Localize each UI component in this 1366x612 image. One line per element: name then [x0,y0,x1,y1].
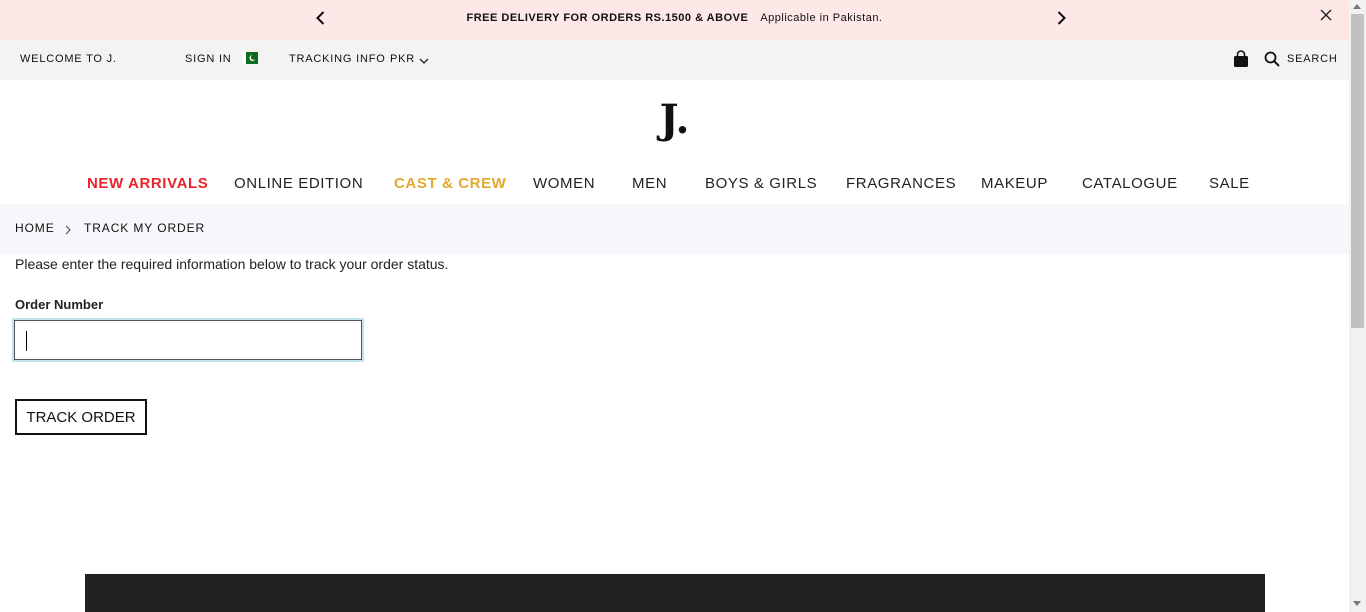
nav-item-boys-girls[interactable]: BOYS & GIRLS [705,175,817,192]
form-intro-text: Please enter the required information be… [15,256,449,272]
nav-item-women[interactable]: WOMEN [533,175,595,192]
scroll-up-icon[interactable] [1353,4,1361,9]
breadcrumb-current: TRACK MY ORDER [84,221,206,235]
nav-item-sale[interactable]: SALE [1209,175,1250,192]
search-icon[interactable] [1264,51,1280,67]
scroll-down-icon[interactable] [1353,601,1361,606]
nav-item-fragrances[interactable]: FRAGRANCES [846,175,956,192]
search-link[interactable]: SEARCH [1287,53,1338,65]
page-scrollbar[interactable] [1349,0,1366,612]
brand-logo[interactable]: J. [0,96,1349,143]
main-nav: NEW ARRIVALS ONLINE EDITION CAST & CREW … [0,175,1349,195]
welcome-text: WELCOME TO J. [20,53,117,65]
footer-band [85,574,1265,612]
chevron-down-icon[interactable] [419,57,429,65]
currency-selector[interactable]: PKR [390,53,415,65]
order-number-label: Order Number [15,297,104,312]
announcement-bar: FREE DELIVERY FOR ORDERS RS.1500 & ABOVE… [0,0,1349,40]
announcement-headline: FREE DELIVERY FOR ORDERS RS.1500 & ABOVE [466,12,749,24]
order-number-input[interactable] [14,320,362,360]
announcement-subtext: Applicable in Pakistan. [760,12,883,24]
pakistan-flag-icon[interactable] [242,52,258,64]
shopping-bag-icon[interactable] [1233,50,1249,68]
nav-item-catalogue[interactable]: CATALOGUE [1082,175,1178,192]
nav-item-men[interactable]: MEN [632,175,667,192]
utility-bar: WELCOME TO J. SIGN IN TRACKING INFO PKR … [0,40,1349,80]
nav-item-new-arrivals[interactable]: NEW ARRIVALS [87,175,208,192]
chevron-right-icon[interactable] [1051,8,1071,28]
scrollbar-thumb[interactable] [1351,14,1364,328]
tracking-info-link[interactable]: TRACKING INFO [289,53,386,65]
chevron-right-icon [65,225,71,235]
breadcrumb: HOME TRACK MY ORDER [0,204,1349,254]
nav-item-online-edition[interactable]: ONLINE EDITION [234,175,363,192]
close-icon[interactable] [1319,8,1333,22]
nav-item-cast-crew[interactable]: CAST & CREW [394,175,506,192]
breadcrumb-home[interactable]: HOME [15,221,55,235]
nav-item-makeup[interactable]: MAKEUP [981,175,1048,192]
sign-in-link[interactable]: SIGN IN [185,53,232,65]
text-caret [26,331,27,351]
announcement-message: FREE DELIVERY FOR ORDERS RS.1500 & ABOVE… [0,12,1349,24]
track-order-button[interactable]: TRACK ORDER [15,399,147,435]
